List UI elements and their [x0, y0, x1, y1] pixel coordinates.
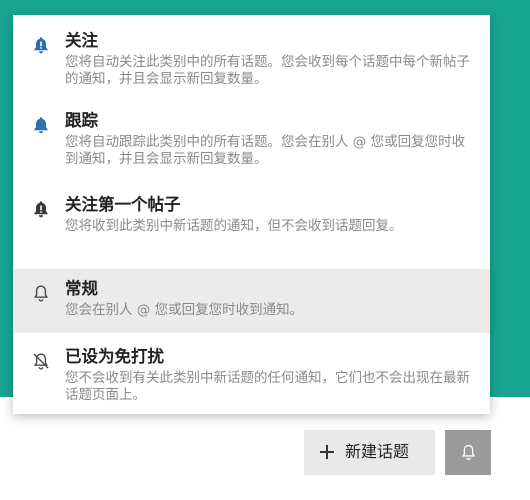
- notification-option-tracking[interactable]: 跟踪 您将自动跟踪此类别中的所有话题。您会在别人 @ 您或回复您时收到通知，并且…: [13, 101, 490, 167]
- option-description: 您将自动跟踪此类别中的所有话题。您会在别人 @ 您或回复您时收到通知，并且会显示…: [65, 134, 466, 167]
- bell-outline-icon: [460, 443, 477, 461]
- option-title: 已设为免打扰: [65, 347, 164, 366]
- bell-icon: [32, 116, 50, 134]
- bell-exclamation-icon: [32, 200, 50, 218]
- new-topic-label: 新建话题: [345, 442, 410, 461]
- notification-option-regular[interactable]: 常规 您会在别人 @ 您或回复您时收到通知。: [13, 269, 490, 333]
- option-title: 常规: [65, 279, 98, 298]
- bell-icon: [32, 36, 50, 54]
- option-description: 您将自动关注此类别中的所有话题。您会收到每个话题中每个新帖子的通知，并且会显示新…: [65, 54, 470, 87]
- notification-level-button[interactable]: [445, 430, 491, 475]
- notification-option-watching-first-post[interactable]: 关注第一个帖子 您将收到此类别中新话题的通知，但不会收到话题回复。: [13, 185, 490, 249]
- option-description: 您不会收到有关此类别中新话题的任何通知，它们也不会出现在最新话题页面上。: [65, 370, 470, 403]
- option-title: 关注: [65, 31, 98, 50]
- option-title: 关注第一个帖子: [65, 195, 181, 214]
- bell-slash-icon: [32, 352, 50, 370]
- notification-option-watching[interactable]: 关注 您将自动关注此类别中的所有话题。您会收到每个话题中每个新帖子的通知，并且会…: [13, 21, 490, 87]
- notification-option-muted[interactable]: 已设为免打扰 您不会收到有关此类别中新话题的任何通知，它们也不会出现在最新话题页…: [13, 337, 490, 403]
- option-title: 跟踪: [65, 111, 98, 130]
- plus-icon: [319, 444, 335, 460]
- notification-level-dropdown: 关注 您将自动关注此类别中的所有话题。您会收到每个话题中每个新帖子的通知，并且会…: [13, 15, 490, 414]
- option-description: 您将收到此类别中新话题的通知，但不会收到话题回复。: [65, 218, 403, 234]
- option-description: 您会在别人 @ 您或回复您时收到通知。: [65, 302, 304, 318]
- new-topic-button[interactable]: 新建话题: [304, 430, 435, 475]
- bell-outline-icon: [32, 284, 50, 302]
